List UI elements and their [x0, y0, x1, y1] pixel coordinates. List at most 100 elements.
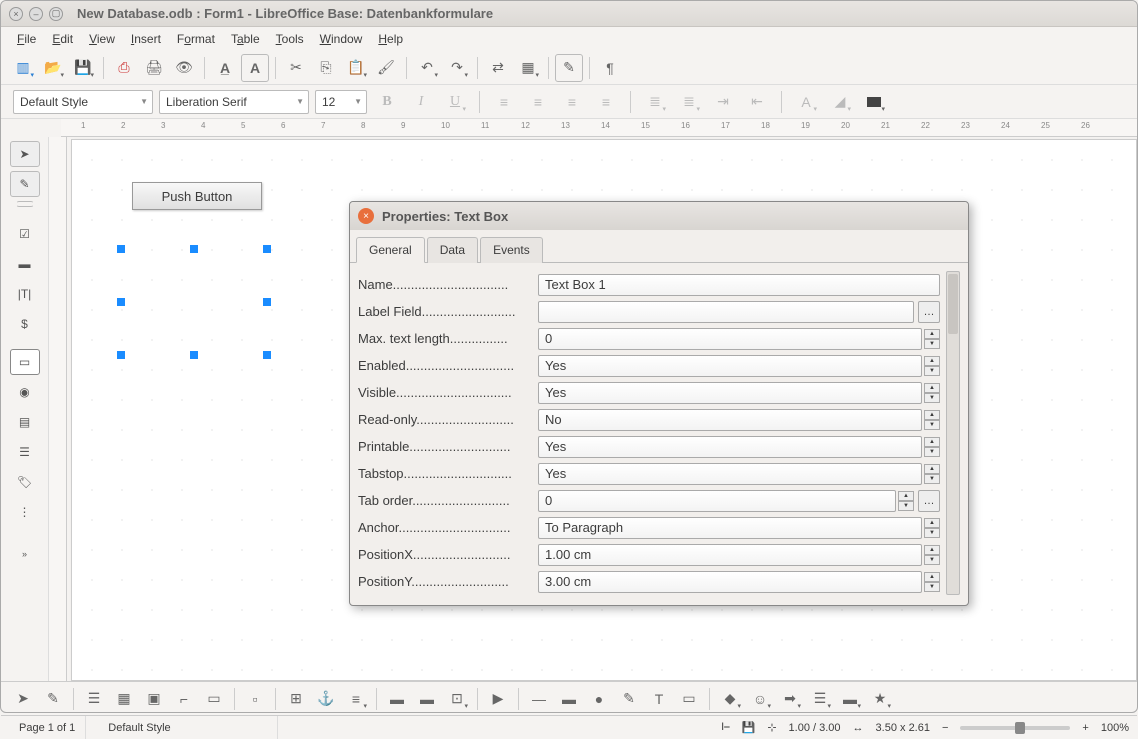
resize-handle-nw[interactable] — [117, 245, 125, 253]
option-button-icon[interactable]: ◉ — [10, 379, 40, 405]
ellipse-tool-icon[interactable]: ● — [585, 685, 613, 713]
control-props-icon[interactable]: ☰ — [80, 685, 108, 713]
prop-spinner[interactable]: ▲▼ — [924, 356, 940, 376]
control-wizards-icon[interactable] — [16, 201, 34, 207]
menu-edit[interactable]: Edit — [44, 29, 81, 49]
resize-handle-se[interactable] — [263, 351, 271, 359]
print-preview-icon[interactable]: 👁 — [170, 54, 198, 82]
highlight-color-icon[interactable]: ◢ — [826, 88, 854, 116]
prop-spinner[interactable]: ▲▼ — [924, 545, 940, 565]
prop-spinner[interactable]: ▲▼ — [924, 464, 940, 484]
prop-spinner[interactable]: ▲▼ — [924, 437, 940, 457]
prop-browse-button[interactable]: … — [918, 490, 940, 512]
dialog-titlebar[interactable]: × Properties: Text Box — [350, 202, 968, 230]
menu-table[interactable]: Table — [223, 29, 268, 49]
textbox-control-selected[interactable] — [120, 248, 268, 356]
redo-icon[interactable]: ↷ — [443, 54, 471, 82]
align-tool-icon[interactable]: ≡ — [342, 685, 370, 713]
form-props-icon[interactable]: ▦ — [110, 685, 138, 713]
italic-icon[interactable]: I — [407, 88, 435, 116]
status-save-icon[interactable]: 💾 — [742, 721, 756, 734]
list-box-icon[interactable]: ▤ — [10, 409, 40, 435]
align-center-icon[interactable]: ≡ — [524, 88, 552, 116]
prop-input[interactable]: 3.00 cm — [538, 571, 922, 593]
menu-tools[interactable]: Tools — [268, 29, 312, 49]
textbox-control-icon[interactable]: ▬ — [10, 251, 40, 277]
undo-icon[interactable]: ↶ — [413, 54, 441, 82]
prop-input[interactable]: 1.00 cm — [538, 544, 922, 566]
window-minimize-icon[interactable]: – — [29, 7, 43, 21]
autocorrect-icon[interactable]: A — [241, 54, 269, 82]
activation-order-icon[interactable]: ▫ — [241, 685, 269, 713]
prop-spinner[interactable]: ▲▼ — [924, 410, 940, 430]
form-navigator-icon[interactable]: ▣ — [140, 685, 168, 713]
design-mode-icon[interactable]: ✎ — [10, 171, 40, 197]
prop-input[interactable] — [538, 301, 914, 323]
resize-handle-n[interactable] — [190, 245, 198, 253]
line-tool-icon[interactable]: — — [525, 685, 553, 713]
dialog-scrollbar[interactable] — [946, 271, 960, 595]
select-tool-icon[interactable]: ➤ — [10, 141, 40, 167]
background-color-icon[interactable] — [860, 88, 888, 116]
arrows-icon[interactable]: ➡ — [776, 685, 804, 713]
zoom-slider[interactable] — [960, 726, 1070, 730]
paragraph-style-combo[interactable]: Default Style▼ — [13, 90, 153, 114]
formatted-field-icon[interactable]: |T| — [10, 281, 40, 307]
new-icon[interactable]: ▥ — [9, 54, 37, 82]
dialog-close-icon[interactable]: × — [358, 208, 374, 224]
zoom-value[interactable]: 100% — [1101, 722, 1129, 734]
draw-functions-icon[interactable]: ✎ — [555, 54, 583, 82]
prop-input[interactable]: Yes — [538, 463, 922, 485]
menu-file[interactable]: File — [9, 29, 44, 49]
flowchart-icon[interactable]: ☰ — [806, 685, 834, 713]
font-name-combo[interactable]: Liberation Serif▼ — [159, 90, 309, 114]
prop-input[interactable]: Text Box 1 — [538, 274, 940, 296]
select-icon[interactable]: ➤ — [9, 685, 37, 713]
resize-handle-s[interactable] — [190, 351, 198, 359]
cut-icon[interactable]: ✂ — [282, 54, 310, 82]
menu-window[interactable]: Window — [312, 29, 371, 49]
group-icon[interactable]: ⊡ — [443, 685, 471, 713]
prop-spinner[interactable]: ▲▼ — [898, 491, 914, 511]
symbol-shapes-icon[interactable]: ☺ — [746, 685, 774, 713]
font-color-icon[interactable]: A — [792, 88, 820, 116]
more-controls-icon[interactable]: ⋮ — [10, 499, 40, 525]
prop-input[interactable]: No — [538, 409, 922, 431]
rect-tool-icon[interactable]: ▬ — [555, 685, 583, 713]
prop-spinner[interactable]: ▲▼ — [924, 383, 940, 403]
align-right-icon[interactable]: ≡ — [558, 88, 586, 116]
prop-input[interactable]: 0 — [538, 328, 922, 350]
font-size-combo[interactable]: 12▼ — [315, 90, 367, 114]
prop-input[interactable]: Yes — [538, 355, 922, 377]
numbering-icon[interactable]: ≣ — [675, 88, 703, 116]
expand-toolbar-icon[interactable]: » — [10, 541, 40, 567]
status-page[interactable]: Page 1 of 1 — [9, 716, 86, 739]
print-icon[interactable]: 🖨 — [140, 54, 168, 82]
prop-spinner[interactable]: ▲▼ — [924, 518, 940, 538]
formatting-marks-icon[interactable]: ¶ — [596, 54, 624, 82]
push-button-control-icon[interactable]: ▭ — [10, 349, 40, 375]
prop-spinner[interactable]: ▲▼ — [924, 329, 940, 349]
save-icon[interactable]: 💾 — [69, 54, 97, 82]
send-back-icon[interactable]: ▬ — [413, 685, 441, 713]
find-replace-icon[interactable]: ⇄ — [484, 54, 512, 82]
prop-browse-button[interactable]: … — [918, 301, 940, 323]
window-maximize-icon[interactable]: ▢ — [49, 7, 63, 21]
tab-data[interactable]: Data — [427, 237, 478, 263]
paste-icon[interactable]: 📋 — [342, 54, 370, 82]
zoom-in-icon[interactable]: + — [1082, 722, 1088, 734]
export-pdf-icon[interactable]: ⎙ — [110, 54, 138, 82]
prop-input[interactable]: To Paragraph — [538, 517, 922, 539]
prop-input[interactable]: Yes — [538, 436, 922, 458]
basic-shapes-icon[interactable]: ◆ — [716, 685, 744, 713]
properties-dialog[interactable]: × Properties: Text Box General Data Even… — [349, 201, 969, 606]
push-button-control[interactable]: Push Button — [132, 182, 262, 210]
bullets-icon[interactable]: ≣ — [641, 88, 669, 116]
run-icon[interactable]: ▶ — [484, 685, 512, 713]
increase-indent-icon[interactable]: ⇥ — [709, 88, 737, 116]
checkbox-control-icon[interactable]: ☑ — [10, 221, 40, 247]
currency-field-icon[interactable]: $ — [10, 311, 40, 337]
menu-help[interactable]: Help — [370, 29, 411, 49]
menu-format[interactable]: Format — [169, 29, 223, 49]
bring-front-icon[interactable]: ▬ — [383, 685, 411, 713]
